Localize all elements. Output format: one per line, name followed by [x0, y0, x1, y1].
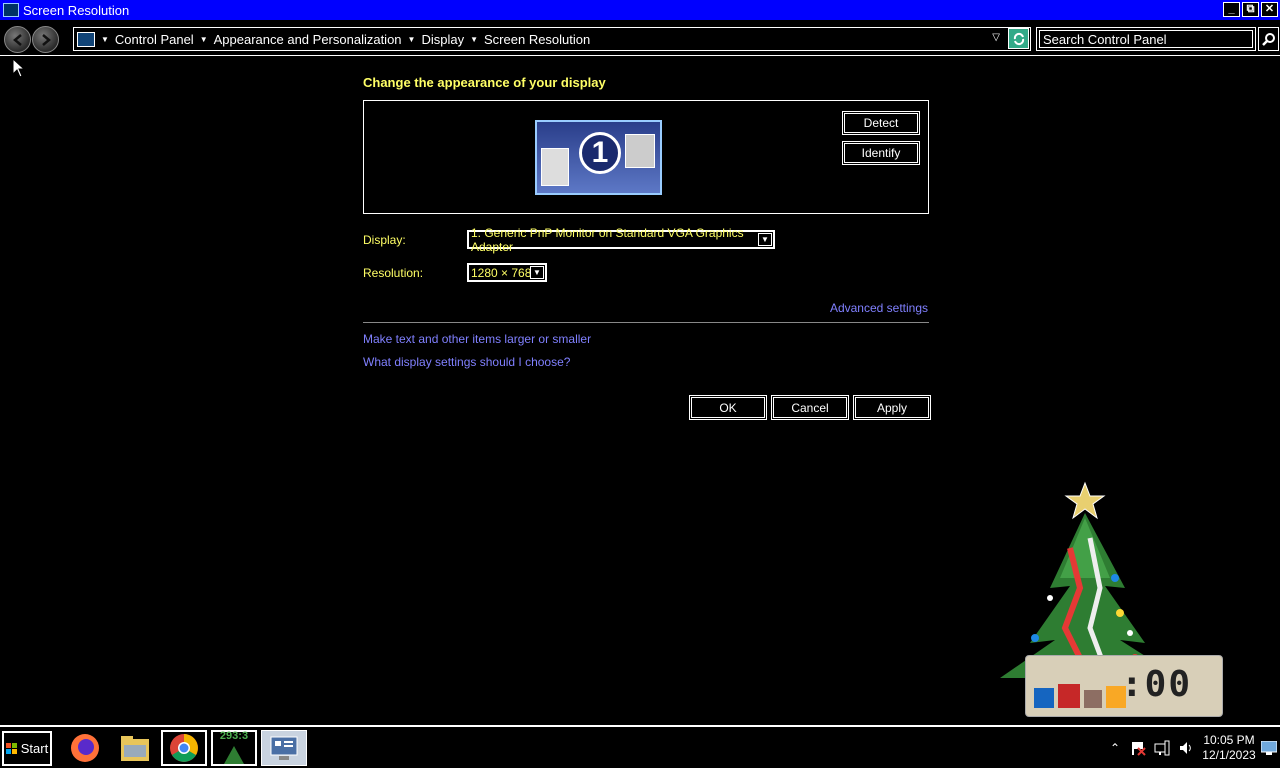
taskbar-countdown-app[interactable]: 293:3: [211, 730, 257, 766]
chevron-down-icon[interactable]: ▼: [200, 35, 208, 44]
display-select[interactable]: 1. Generic PnP Monitor on Standard VGA G…: [467, 226, 775, 254]
mouse-cursor-icon: [12, 58, 26, 78]
display-label: Display:: [363, 233, 406, 247]
chevron-down-icon[interactable]: ▼: [101, 35, 109, 44]
taskbar: Start 293:3 ⌃ 10:05 PM 12/1/2023: [0, 725, 1280, 768]
minimize-button[interactable]: _: [1223, 2, 1240, 17]
gifts-icon: [1034, 684, 1126, 708]
refresh-button[interactable]: [1008, 28, 1029, 49]
folder-icon: [121, 736, 149, 761]
control-panel-icon: [77, 31, 95, 47]
clock-gadget[interactable]: :00: [1025, 655, 1223, 717]
taskbar-control-panel[interactable]: [261, 730, 307, 766]
resolution-select[interactable]: 1280 × 768 ▼: [467, 263, 547, 282]
chevron-down-icon[interactable]: ▼: [530, 266, 544, 279]
title-bar: Screen Resolution _ ⧉ ✕: [0, 0, 1280, 20]
show-hidden-icons-icon[interactable]: ⌃: [1110, 741, 1120, 755]
advanced-settings-link[interactable]: Advanced settings: [830, 301, 928, 315]
forward-arrow-icon: [41, 33, 51, 46]
network-icon[interactable]: [1154, 740, 1170, 756]
back-arrow-icon: [12, 33, 22, 46]
monitor-icon: [3, 3, 19, 17]
divider: [363, 322, 929, 323]
chevron-down-icon[interactable]: ▼: [758, 233, 772, 246]
gadget-clock-digits: :00: [1120, 664, 1192, 705]
forward-button[interactable]: [32, 26, 59, 53]
breadcrumb-screen-resolution[interactable]: Screen Resolution: [484, 32, 590, 47]
clock-time: 10:05 PM: [1203, 733, 1255, 747]
taskbar-firefox[interactable]: [62, 730, 108, 766]
clock-date: 12/1/2023: [1202, 748, 1256, 762]
chevron-down-icon[interactable]: ▼: [470, 35, 478, 44]
taskbar-file-explorer[interactable]: [112, 730, 158, 766]
start-button[interactable]: Start: [2, 731, 52, 766]
refresh-icon: [1013, 32, 1024, 45]
search-box[interactable]: [1036, 27, 1256, 51]
apply-button[interactable]: Apply: [854, 396, 930, 419]
breadcrumb-control-panel[interactable]: Control Panel: [115, 32, 194, 47]
window-thumbnail-icon: [625, 134, 655, 168]
close-button[interactable]: ✕: [1261, 2, 1278, 17]
cancel-button[interactable]: Cancel: [772, 396, 848, 419]
identify-button[interactable]: Identify: [843, 142, 919, 164]
show-desktop-icon[interactable]: [1261, 741, 1277, 755]
volume-icon[interactable]: [1178, 740, 1194, 756]
tree-icon: [224, 746, 244, 764]
monitor-number: 1: [579, 132, 621, 174]
resolution-label: Resolution:: [363, 266, 424, 280]
chevron-down-icon[interactable]: ▼: [408, 35, 416, 44]
breadcrumb-display[interactable]: Display: [421, 32, 464, 47]
action-center-flag-icon[interactable]: [1130, 740, 1146, 756]
window-controls: _ ⧉ ✕: [1223, 2, 1278, 17]
monitor-1-thumbnail[interactable]: 1: [535, 120, 662, 195]
display-help-link[interactable]: What display settings should I choose?: [363, 355, 570, 369]
address-dropdown-icon[interactable]: ▽: [992, 32, 1000, 43]
search-icon: [1261, 33, 1275, 46]
display-preview-panel: 1 Detect Identify: [363, 100, 929, 214]
resolution-select-value: 1280 × 768: [471, 265, 532, 280]
maximize-button[interactable]: ⧉: [1242, 2, 1259, 17]
detect-button[interactable]: Detect: [843, 112, 919, 134]
ok-button[interactable]: OK: [690, 396, 766, 419]
text-size-link[interactable]: Make text and other items larger or smal…: [363, 332, 591, 346]
taskbar-chrome[interactable]: [161, 730, 207, 766]
control-panel-icon: [270, 736, 298, 760]
display-select-value: 1. Generic PnP Monitor on Standard VGA G…: [471, 225, 744, 254]
windows-logo-icon: [5, 742, 17, 754]
countdown-text: 293:3: [219, 730, 249, 742]
search-button[interactable]: [1258, 27, 1279, 51]
address-bar[interactable]: ▼ Control Panel ▼ Appearance and Persona…: [73, 27, 1031, 51]
navigation-bar: ▼ Control Panel ▼ Appearance and Persona…: [0, 22, 1280, 56]
firefox-icon: [71, 734, 99, 762]
taskbar-clock[interactable]: 10:05 PM 12/1/2023: [1196, 733, 1262, 763]
search-input[interactable]: [1039, 30, 1253, 48]
chrome-icon: [170, 734, 198, 762]
start-label: Start: [20, 741, 49, 756]
window-thumbnail-icon: [541, 148, 569, 186]
breadcrumb-appearance[interactable]: Appearance and Personalization: [214, 32, 402, 47]
window-title: Screen Resolution: [23, 2, 130, 18]
back-button[interactable]: [4, 26, 31, 53]
page-title: Change the appearance of your display: [363, 75, 606, 90]
